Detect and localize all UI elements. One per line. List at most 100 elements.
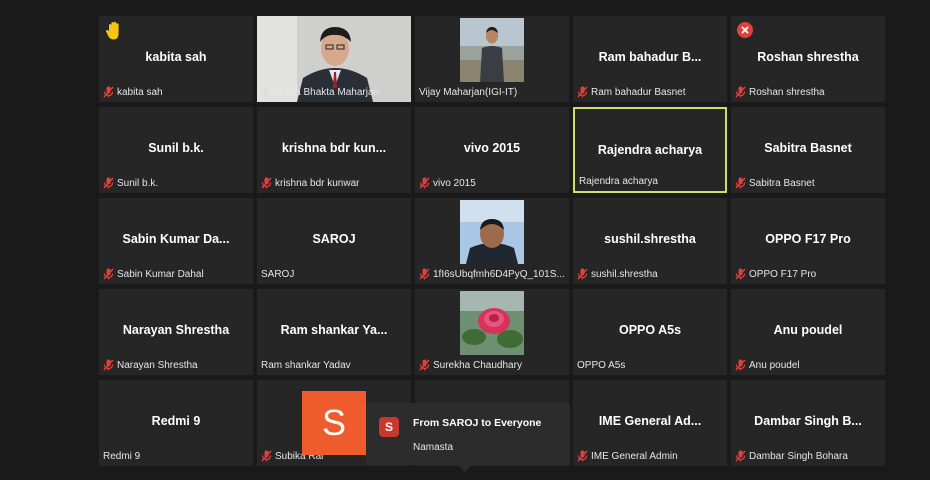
- participant-display-name: OPPO A5s: [618, 323, 682, 337]
- mic-muted-icon: [577, 268, 588, 280]
- participant-tile[interactable]: OPPO A5s OPPO A5s: [573, 289, 727, 375]
- participant-tile[interactable]: Rajendra acharya Rajendra acharya: [573, 107, 727, 193]
- participant-name: Dambar Singh Bohara: [749, 450, 848, 462]
- participant-display-name: kabita sah: [145, 50, 207, 64]
- participant-tile[interactable]: SAROJ SAROJ: [257, 198, 411, 284]
- participant-display-name: Sunil b.k.: [148, 141, 204, 155]
- participant-tile[interactable]: Purna Bhakta Maharjan: [257, 16, 411, 102]
- participant-tile[interactable]: Sabitra Basnet Sabitra Basnet: [731, 107, 885, 193]
- participant-tile[interactable]: Anu poudel Anu poudel: [731, 289, 885, 375]
- chat-sender-avatar: S: [302, 391, 366, 455]
- participant-tile[interactable]: kabita sah kabita sah: [99, 16, 253, 102]
- participant-display-name: Roshan shrestha: [757, 50, 859, 64]
- raise-hand-icon: [106, 21, 119, 40]
- participant-display-name: Dambar Singh B...: [754, 414, 862, 428]
- participant-name: krishna bdr kunwar: [275, 177, 360, 189]
- mic-muted-icon: [577, 86, 588, 98]
- chat-message: Namasta: [413, 442, 454, 453]
- participant-tile[interactable]: Vijay Maharjan(IGI-IT): [415, 16, 569, 102]
- participant-name-label: Narayan Shrestha: [103, 358, 249, 372]
- participant-name: Sabin Kumar Dahal: [117, 268, 204, 280]
- participant-tile[interactable]: Roshan shrestha Roshan shrestha: [731, 16, 885, 102]
- participant-video: [460, 200, 524, 264]
- participant-tile[interactable]: Dambar Singh B... Dambar Singh Bohara: [731, 380, 885, 466]
- participant-display-name: Ram bahadur B...: [598, 50, 702, 64]
- participant-tile[interactable]: Narayan Shrestha Narayan Shrestha: [99, 289, 253, 375]
- participant-display-name: Rajendra acharya: [597, 143, 703, 157]
- participant-name-label: Surekha Chaudhary: [419, 358, 565, 372]
- participant-video: [460, 291, 524, 355]
- participant-tile[interactable]: vivo 2015 vivo 2015: [415, 107, 569, 193]
- participant-name: Narayan Shrestha: [117, 359, 198, 371]
- participant-tile[interactable]: sushil.shrestha sushil.shrestha: [573, 198, 727, 284]
- participant-display-name: Sabin Kumar Da...: [122, 232, 230, 246]
- mic-muted-icon: [419, 177, 430, 189]
- participant-display-name: SAROJ: [312, 232, 356, 246]
- participant-name-label: Purna Bhakta Maharjan: [261, 85, 407, 99]
- participant-tile[interactable]: krishna bdr kun... krishna bdr kunwar: [257, 107, 411, 193]
- chat-header: From SAROJ to Everyone: [413, 417, 542, 429]
- participant-name: kabita sah: [117, 86, 163, 98]
- participant-name-label: kabita sah: [103, 85, 249, 99]
- participant-name-label: sushil.shrestha: [577, 267, 723, 281]
- participant-tile[interactable]: Sabin Kumar Da... Sabin Kumar Dahal: [99, 198, 253, 284]
- participant-name-label: Sabitra Basnet: [735, 176, 881, 190]
- participant-display-name: IME General Ad...: [598, 414, 702, 428]
- participant-display-name: sushil.shrestha: [604, 232, 696, 246]
- participant-name-label: Sabin Kumar Dahal: [103, 267, 249, 281]
- mic-muted-icon: [103, 177, 114, 189]
- mic-muted-icon: [261, 177, 272, 189]
- participant-name-label: krishna bdr kunwar: [261, 176, 407, 190]
- mic-muted-icon: [577, 450, 588, 462]
- mic-muted-icon: [735, 268, 746, 280]
- participant-tile[interactable]: 1fI6sUbqfmh6D4PyQ_101S...: [415, 198, 569, 284]
- participant-tile[interactable]: Sunil b.k. Sunil b.k.: [99, 107, 253, 193]
- mic-muted-icon: [735, 177, 746, 189]
- participant-display-name: Redmi 9: [151, 414, 201, 428]
- participant-display-name: Anu poudel: [773, 323, 843, 337]
- participant-tile[interactable]: Redmi 9 Redmi 9: [99, 380, 253, 466]
- participant-name-label: Dambar Singh Bohara: [735, 449, 881, 463]
- participant-display-name: Ram shankar Ya...: [280, 323, 388, 337]
- chat-sender-badge: S: [379, 417, 399, 437]
- participant-name: Sunil b.k.: [117, 177, 159, 189]
- participant-tile[interactable]: Surekha Chaudhary: [415, 289, 569, 375]
- participant-name: Redmi 9: [103, 450, 141, 462]
- participant-name: Vijay Maharjan(IGI-IT): [419, 86, 518, 98]
- participant-name-label: Redmi 9: [103, 449, 249, 463]
- mic-muted-icon: [735, 359, 746, 371]
- participant-name: Roshan shrestha: [749, 86, 825, 98]
- participant-tile[interactable]: IME General Ad... IME General Admin: [573, 380, 727, 466]
- participant-name-label: Vijay Maharjan(IGI-IT): [419, 85, 565, 99]
- participant-display-name: Sabitra Basnet: [764, 141, 852, 155]
- mic-muted-icon: [103, 359, 114, 371]
- participant-name-label: 1fI6sUbqfmh6D4PyQ_101S...: [419, 267, 565, 281]
- participant-name-label: vivo 2015: [419, 176, 565, 190]
- mic-muted-icon: [419, 359, 430, 371]
- chat-notification[interactable]: S From SAROJ to Everyone Namasta: [366, 403, 570, 472]
- participant-tile[interactable]: Ram bahadur B... Ram bahadur Basnet: [573, 16, 727, 102]
- mic-muted-icon: [103, 268, 114, 280]
- participant-name-label: Anu poudel: [735, 358, 881, 372]
- participant-name-label: Ram shankar Yadav: [261, 358, 407, 372]
- pin-icon: [262, 87, 270, 97]
- participant-tile[interactable]: Ram shankar Ya... Ram shankar Yadav: [257, 289, 411, 375]
- participant-name-label: Roshan shrestha: [735, 85, 881, 99]
- participant-name-label: Rajendra acharya: [579, 174, 721, 188]
- participant-name: OPPO F17 Pro: [749, 268, 817, 280]
- participant-name: Anu poudel: [749, 359, 800, 371]
- mic-muted-icon: [103, 86, 114, 98]
- participant-name: Ram bahadur Basnet: [591, 86, 686, 98]
- participant-tile[interactable]: OPPO F17 Pro OPPO F17 Pro: [731, 198, 885, 284]
- participant-display-name: krishna bdr kun...: [281, 141, 387, 155]
- chat-pointer: [458, 465, 472, 472]
- participant-name-label: Ram bahadur Basnet: [577, 85, 723, 99]
- remove-icon: [737, 22, 753, 38]
- participant-name: Sabitra Basnet: [749, 177, 815, 189]
- participant-name: SAROJ: [261, 268, 295, 280]
- participant-name: sushil.shrestha: [591, 268, 658, 280]
- mic-muted-icon: [261, 450, 272, 462]
- participant-name: vivo 2015: [433, 177, 476, 189]
- participant-name: OPPO A5s: [577, 359, 626, 371]
- participant-display-name: vivo 2015: [463, 141, 521, 155]
